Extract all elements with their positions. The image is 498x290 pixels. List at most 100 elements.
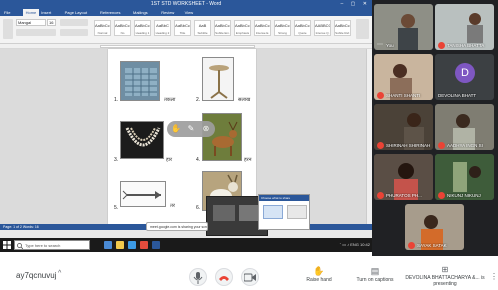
tab-view[interactable]: View bbox=[185, 10, 194, 15]
pen-icon[interactable]: ✎ bbox=[185, 123, 197, 135]
windows-start-icon[interactable] bbox=[3, 241, 11, 249]
phone-hangup-icon bbox=[219, 276, 229, 281]
raise-hand-icon: ✋ bbox=[313, 266, 325, 276]
item-number: 5. bbox=[114, 205, 119, 211]
participant-name: AADHYA INGN SI bbox=[447, 143, 483, 148]
item-number: 3. bbox=[114, 157, 119, 163]
participant-tile[interactable]: SHIRINAH SHIRINAH bbox=[374, 104, 433, 150]
style-preset[interactable]: AaBbCc Title bbox=[174, 20, 191, 36]
taskbar-search-placeholder: Type here to search bbox=[25, 243, 61, 248]
shared-screen: 1ST STD WORKSHEET - Word – ▢ ✕ File Home I… bbox=[0, 0, 372, 252]
list-buttons[interactable] bbox=[60, 19, 88, 26]
style-preset[interactable]: AaB Subtitle bbox=[194, 20, 211, 36]
tab-page-layout[interactable]: Page Layout bbox=[65, 10, 87, 15]
tab-home[interactable]: Home bbox=[22, 9, 40, 16]
participant-name: SHIRINAH SHIRINAH bbox=[386, 143, 430, 148]
windows-taskbar: Type here to search ˆ ▭ ♪ ENG 10:42 bbox=[0, 238, 372, 252]
more-options-icon[interactable]: ⋯ bbox=[377, 42, 383, 49]
font-name-field[interactable]: Mangal bbox=[16, 19, 46, 26]
participant-name: SHANTI SHANTI bbox=[386, 93, 421, 98]
chevron-up-icon[interactable]: ^ bbox=[58, 270, 61, 277]
task-view-icon[interactable] bbox=[104, 241, 112, 249]
share-dialog[interactable]: Choose what to share bbox=[258, 194, 310, 230]
pointer-icon[interactable]: ✋ bbox=[170, 123, 182, 135]
search-icon bbox=[17, 243, 23, 249]
participant-name: NIKUNJ NIKUNJ bbox=[447, 193, 481, 198]
participant-tile[interactable]: ⋯ You bbox=[374, 4, 433, 50]
participant-name: You bbox=[386, 43, 394, 48]
muted-mic-icon bbox=[377, 142, 384, 149]
participant-name: TANISHA BHATTA bbox=[447, 43, 485, 48]
meeting-code[interactable]: ay7qcnuvuj bbox=[16, 271, 56, 280]
more-options-icon[interactable]: ⋮ bbox=[490, 272, 498, 281]
participant-name: PHURATOS PH... bbox=[386, 193, 422, 198]
camera-button[interactable] bbox=[241, 268, 259, 286]
share-dialog-title: Choose what to share bbox=[259, 195, 309, 201]
style-preset[interactable]: AaBbCcI Strong bbox=[274, 20, 291, 36]
microphone-button[interactable] bbox=[189, 268, 207, 286]
taskbar-search[interactable]: Type here to search bbox=[14, 240, 90, 250]
share-option[interactable] bbox=[287, 205, 307, 219]
share-option[interactable] bbox=[263, 205, 283, 219]
participant-name: DEVOLINA BHATT bbox=[438, 93, 477, 98]
presenting-indicator[interactable]: ⊞ DEVOLINA BHATTACHARYA &... is presenti… bbox=[402, 265, 488, 287]
system-tray[interactable]: ˆ ▭ ♪ ENG 10:42 bbox=[340, 238, 370, 252]
participant-tile[interactable]: PHURATOS PH... bbox=[374, 154, 433, 200]
style-preset[interactable]: AaBbCcI Normal bbox=[94, 20, 111, 36]
window-controls[interactable]: – ▢ ✕ bbox=[341, 1, 370, 7]
style-preset[interactable]: AaBbCcINo Spacing bbox=[114, 20, 131, 36]
tab-review[interactable]: Review bbox=[161, 10, 174, 15]
style-preset[interactable]: AaBbCcI Subtle Ref. bbox=[334, 20, 351, 36]
muted-mic-icon bbox=[438, 42, 445, 49]
necklace-image bbox=[120, 121, 164, 159]
participant-tile[interactable]: NIKUNJ NIKUNJ bbox=[435, 154, 494, 200]
word-window-title: 1ST STD WORKSHEET - Word bbox=[150, 1, 222, 7]
camera-icon bbox=[243, 273, 256, 282]
style-preset[interactable]: AaBbCcI Subtle Em. bbox=[214, 20, 231, 36]
word-icon[interactable] bbox=[152, 241, 160, 249]
participant-tile[interactable]: SHANTI SHANTI bbox=[374, 54, 433, 100]
tab-insert[interactable]: Insert bbox=[41, 10, 51, 15]
font-format-buttons[interactable] bbox=[16, 29, 56, 36]
style-preset[interactable]: AaBbCcI Intense E. bbox=[254, 20, 271, 36]
end-call-button[interactable] bbox=[215, 268, 233, 286]
participant-tile[interactable]: AADHYA INGN SI bbox=[435, 104, 494, 150]
stool-image bbox=[202, 57, 234, 101]
captions-button[interactable]: ▤ Turn on captions bbox=[352, 266, 398, 284]
style-preset[interactable]: AABBCCI Intense Q. bbox=[314, 20, 331, 36]
style-preset[interactable]: AaBbCcI Emphasis bbox=[234, 20, 251, 36]
editing-group[interactable] bbox=[356, 19, 369, 39]
chrome-icon[interactable] bbox=[140, 241, 148, 249]
file-explorer-icon[interactable] bbox=[116, 241, 124, 249]
edge-icon[interactable] bbox=[128, 241, 136, 249]
style-preset[interactable]: AaBbCcI Quote bbox=[294, 20, 311, 36]
necklace-icon bbox=[125, 127, 161, 147]
close-icon[interactable]: ⊗ bbox=[200, 123, 212, 135]
stool-icon bbox=[209, 65, 229, 99]
item-number: 1. bbox=[114, 97, 119, 103]
participant-name: SAYAK SATAK bbox=[417, 243, 447, 248]
style-preset[interactable]: AaBbC Heading 2 bbox=[154, 20, 171, 36]
tab-references[interactable]: References bbox=[100, 10, 120, 15]
participant-tile[interactable]: SAYAK SATAK bbox=[405, 204, 464, 250]
participant-tile[interactable]: TANISHA BHATTA bbox=[435, 4, 494, 50]
item-number: 4. bbox=[196, 157, 201, 163]
style-preset[interactable]: AaBbCcI Heading 1 bbox=[134, 20, 151, 36]
participant-tile[interactable]: D DEVOLINA BHATT bbox=[435, 54, 494, 100]
raise-hand-button[interactable]: ✋ Raise hand bbox=[296, 266, 342, 284]
alignment-buttons[interactable] bbox=[60, 29, 88, 36]
word-status-text: Page: 1 of 2 Words: 16 bbox=[3, 225, 39, 229]
avatar: D bbox=[455, 63, 475, 83]
preview-thumbnail[interactable] bbox=[213, 205, 235, 221]
font-size-field[interactable]: 16 bbox=[47, 19, 56, 26]
word-ribbon: Mangal 16 AaBbCcINormalAaBbCcINo Spacing… bbox=[0, 16, 372, 44]
item-word: तकला bbox=[164, 97, 176, 103]
item-number: 2. bbox=[196, 97, 201, 103]
item-word: हरन bbox=[244, 157, 252, 163]
tab-mailings[interactable]: Mailings bbox=[133, 10, 148, 15]
screen-sharing-banner[interactable]: meet.google.com is sharing your screen bbox=[146, 222, 208, 231]
participant-grid: ⋯ You TANISHA BHATTA SHANTI SHANTI D DEV… bbox=[372, 0, 498, 256]
tab-file[interactable]: File bbox=[4, 10, 10, 15]
muted-mic-icon bbox=[377, 92, 384, 99]
paste-button[interactable] bbox=[3, 19, 13, 39]
